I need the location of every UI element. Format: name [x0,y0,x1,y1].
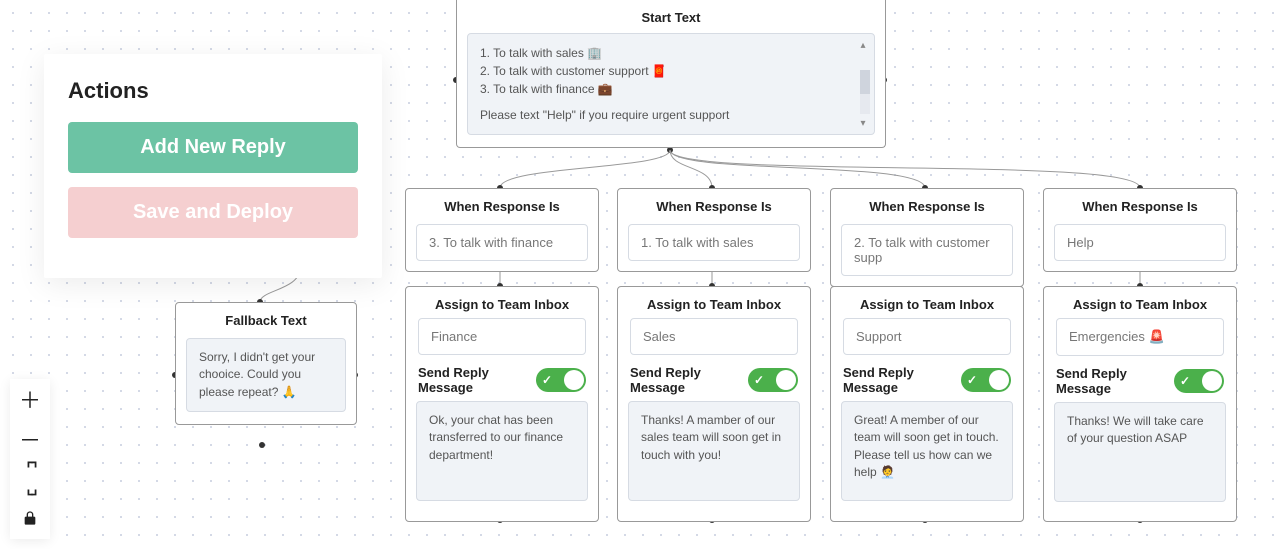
zoom-in-button[interactable]: ＋ [10,379,50,419]
send-reply-label: Send Reply Message [418,365,536,395]
start-text-body[interactable]: 1. To talk with sales 🏢 2. To talk with … [467,33,875,135]
send-reply-row: Send Reply Message [618,365,810,395]
when-title: When Response Is [406,189,598,218]
reply-text-finance[interactable]: Ok, your chat has been transferred to ou… [416,401,588,501]
fallback-title: Fallback Text [176,303,356,332]
lock-button[interactable] [10,499,50,539]
zoom-toolbar: ＋ － ⌜⌝⌞⌟ [10,379,50,539]
fullscreen-icon: ⌜⌝⌞⌟ [27,459,34,499]
actions-panel: Actions Add New Reply Save and Deploy [44,54,382,278]
fallback-body[interactable]: Sorry, I didn't get your chooice. Could … [186,338,346,412]
save-and-deploy-button[interactable]: Save and Deploy [68,187,358,238]
assign-title: Assign to Team Inbox [831,287,1023,312]
send-reply-label: Send Reply Message [630,365,748,395]
start-text-node[interactable]: Start Text 1. To talk with sales 🏢 2. To… [456,0,886,148]
start-text-title: Start Text [457,0,885,29]
send-reply-row: Send Reply Message [406,365,598,395]
actions-title: Actions [68,78,358,104]
send-reply-label: Send Reply Message [1056,366,1174,396]
zoom-out-button[interactable]: － [10,419,50,459]
reply-text-sales[interactable]: Thanks! A mamber of our sales team will … [628,401,800,501]
when-node-support[interactable]: When Response Is 2. To talk with custome… [830,188,1024,287]
assign-title: Assign to Team Inbox [1044,287,1236,312]
send-reply-label: Send Reply Message [843,365,961,395]
fullscreen-button[interactable]: ⌜⌝⌞⌟ [10,459,50,499]
when-title: When Response Is [618,189,810,218]
lock-icon [22,506,38,532]
action-node-finance[interactable]: Assign to Team Inbox Finance Send Reply … [405,286,599,522]
when-value-finance[interactable]: 3. To talk with finance [416,224,588,261]
start-line-3: 3. To talk with finance 💼 [480,80,844,98]
when-node-sales[interactable]: When Response Is 1. To talk with sales [617,188,811,272]
action-node-help[interactable]: Assign to Team Inbox Emergencies 🚨 Send … [1043,286,1237,522]
assign-value-help[interactable]: Emergencies 🚨 [1056,318,1224,356]
flow-canvas[interactable]: Actions Add New Reply Save and Deploy ＋ … [0,0,1282,549]
plus-icon: ＋ [19,383,41,415]
when-title: When Response Is [1044,189,1236,218]
when-value-sales[interactable]: 1. To talk with sales [628,224,800,261]
when-node-help[interactable]: When Response Is Help [1043,188,1237,272]
send-reply-row: Send Reply Message [1044,366,1236,396]
assign-title: Assign to Team Inbox [406,287,598,312]
send-reply-toggle[interactable] [961,368,1011,392]
when-value-support[interactable]: 2. To talk with customer supp [841,224,1013,276]
assign-title: Assign to Team Inbox [618,287,810,312]
send-reply-row: Send Reply Message [831,365,1023,395]
when-title: When Response Is [831,189,1023,218]
reply-text-help[interactable]: Thanks! We will take care of your questi… [1054,402,1226,502]
send-reply-toggle[interactable] [1174,369,1224,393]
scrollbar-thumb[interactable] [860,70,870,94]
start-line-2: 2. To talk with customer support 🧧 [480,62,844,80]
add-new-reply-button[interactable]: Add New Reply [68,122,358,173]
scroll-down-icon[interactable]: ▾ [856,116,870,130]
start-help-line: Please text "Help" if you require urgent… [480,106,844,124]
when-value-help[interactable]: Help [1054,224,1226,261]
action-node-sales[interactable]: Assign to Team Inbox Sales Send Reply Me… [617,286,811,522]
assign-value-support[interactable]: Support [843,318,1011,355]
assign-value-finance[interactable]: Finance [418,318,586,355]
scrollbar[interactable] [860,70,870,114]
send-reply-toggle[interactable] [536,368,586,392]
when-node-finance[interactable]: When Response Is 3. To talk with finance [405,188,599,272]
assign-value-sales[interactable]: Sales [630,318,798,355]
action-node-support[interactable]: Assign to Team Inbox Support Send Reply … [830,286,1024,522]
minus-icon: － [19,423,41,455]
send-reply-toggle[interactable] [748,368,798,392]
reply-text-support[interactable]: Great! A member of our team will soon ge… [841,401,1013,501]
scroll-up-icon[interactable]: ▴ [856,38,870,52]
start-line-1: 1. To talk with sales 🏢 [480,44,844,62]
fallback-node[interactable]: Fallback Text Sorry, I didn't get your c… [175,302,357,425]
